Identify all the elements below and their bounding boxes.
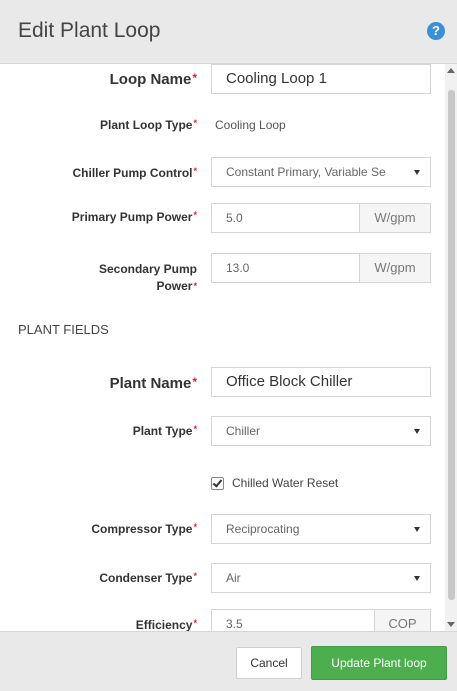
modal-scrollbar[interactable]: [445, 64, 457, 631]
primary-pump-power-label: Primary Pump Power*: [71, 210, 197, 224]
cancel-button[interactable]: Cancel: [236, 647, 302, 679]
chiller-pump-control-select[interactable]: Constant Primary, Variable Se: [211, 157, 431, 187]
loop-name-input[interactable]: Cooling Loop 1: [211, 64, 431, 94]
scroll-down-arrow-icon[interactable]: [447, 622, 455, 627]
help-question-icon[interactable]: ?: [427, 22, 445, 40]
efficiency-label: Efficiency*: [135, 618, 197, 631]
modal-body: Loop Name* Cooling Loop 1 Plant Loop Typ…: [0, 64, 457, 631]
chevron-down-icon: [414, 429, 420, 434]
chilled-water-reset-checkbox[interactable]: [211, 477, 224, 491]
compressor-type-value: Reciprocating: [226, 522, 300, 536]
chilled-water-reset-row[interactable]: Chilled Water Reset: [211, 476, 339, 491]
secondary-pump-power-value: 13.0: [226, 261, 250, 275]
chiller-pump-control-label: Chiller Pump Control*: [72, 166, 197, 180]
plant-type-select[interactable]: Chiller: [211, 416, 431, 446]
primary-pump-power-input[interactable]: 5.0 W/gpm: [211, 203, 431, 233]
plant-type-label: Plant Type*: [132, 424, 197, 438]
compressor-type-label: Compressor Type*: [91, 522, 197, 536]
primary-pump-power-unit: W/gpm: [359, 204, 430, 232]
primary-pump-power-value: 5.0: [226, 211, 243, 225]
condenser-type-select[interactable]: Air: [211, 563, 431, 593]
update-plant-loop-button[interactable]: Update Plant loop: [311, 646, 447, 680]
plant-fields-heading: PLANT FIELDS: [18, 322, 109, 337]
efficiency-unit: COP: [374, 610, 430, 631]
secondary-pump-power-input[interactable]: 13.0 W/gpm: [211, 253, 431, 283]
chevron-down-icon: [414, 576, 420, 581]
efficiency-value: 3.5: [226, 617, 243, 631]
efficiency-input[interactable]: 3.5 COP: [211, 609, 431, 631]
chevron-down-icon: [414, 527, 420, 532]
loop-name-label: Loop Name*: [109, 71, 197, 88]
secondary-pump-power-unit: W/gpm: [359, 254, 430, 282]
plant-name-label: Plant Name*: [109, 375, 197, 392]
plant-type-value: Chiller: [226, 424, 261, 438]
secondary-pump-power-label: Secondary Pump Power*: [98, 262, 197, 293]
plant-loop-type-value: Cooling Loop: [215, 118, 286, 132]
plant-loop-type-label: Plant Loop Type*: [100, 118, 197, 132]
condenser-type-label: Condenser Type*: [99, 571, 197, 585]
modal-header: Edit Plant Loop ?: [0, 0, 457, 64]
plant-name-input[interactable]: Office Block Chiller: [211, 367, 431, 397]
chevron-down-icon: [414, 170, 420, 175]
scroll-up-arrow-icon[interactable]: [447, 68, 455, 73]
scrollbar-thumb[interactable]: [448, 90, 455, 600]
chiller-pump-control-value: Constant Primary, Variable Se: [226, 165, 386, 179]
modal-title: Edit Plant Loop: [18, 19, 161, 42]
modal-footer: Cancel Update Plant loop: [0, 631, 457, 691]
condenser-type-value: Air: [226, 571, 241, 585]
chilled-water-reset-label: Chilled Water Reset: [232, 476, 339, 490]
compressor-type-select[interactable]: Reciprocating: [211, 514, 431, 544]
